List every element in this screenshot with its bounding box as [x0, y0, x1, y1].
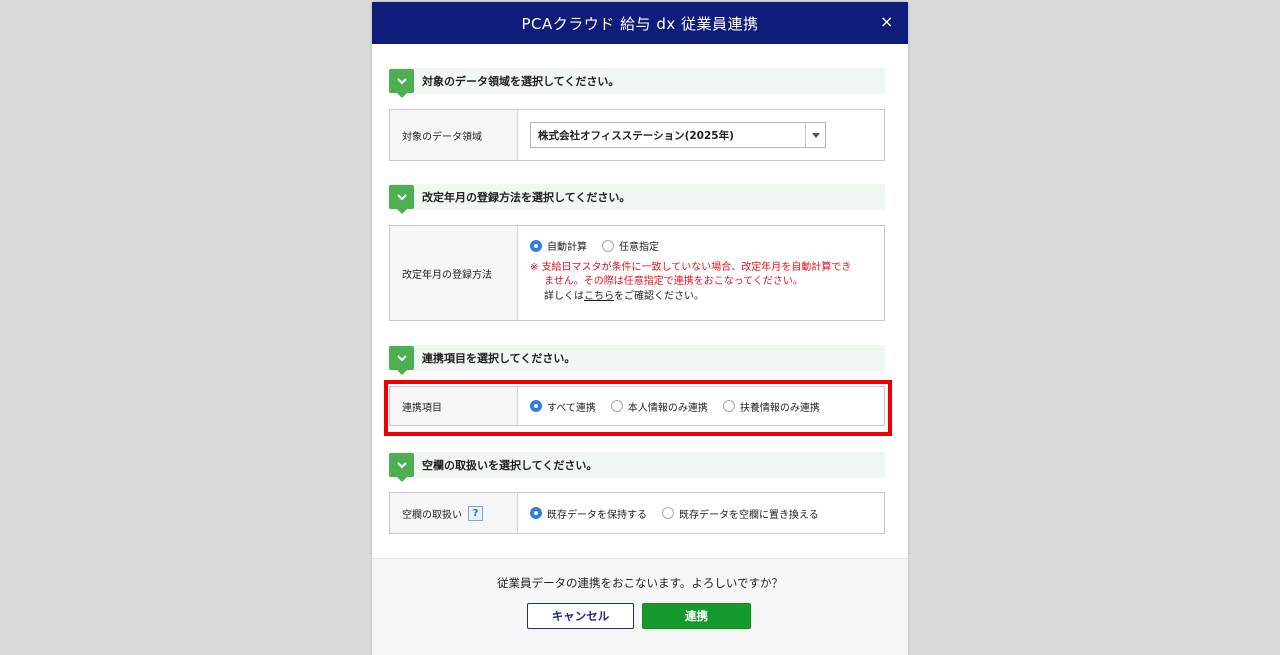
blank-panel: 空欄の取扱い ? 既存データを保持する 既存データを空欄に置き換える: [389, 492, 885, 534]
help-icon[interactable]: ?: [468, 505, 483, 521]
close-button[interactable]: ×: [878, 13, 896, 31]
blank-radio-group: 既存データを保持する 既存データを空欄に置き換える: [530, 506, 834, 521]
note-text: 詳しくはこちらをご確認ください。: [544, 291, 704, 302]
revision-panel: 改定年月の登録方法 自動計算 任意指定 ※ 支給日マスタが条件に一致していない場…: [389, 225, 885, 321]
section-title: 連携項目を選択してください。: [422, 352, 576, 365]
link-button[interactable]: 連携: [642, 603, 751, 629]
dialog-footer: 従業員データの連携をおこないます。よろしいですか？ キャンセル 連携: [372, 558, 908, 655]
chevron-down-icon[interactable]: [389, 453, 414, 482]
chevron-down-icon[interactable]: [389, 185, 414, 214]
radio-manual[interactable]: 任意指定: [602, 238, 659, 253]
section-header-items: 連携項目を選択してください。: [389, 345, 885, 375]
radio-label: 任意指定: [619, 242, 659, 253]
section-title: 対象のデータ領域を選択してください。: [422, 75, 620, 88]
section-title: 改定年月の登録方法を選択してください。: [422, 191, 631, 204]
radio-label: 既存データを保持する: [547, 509, 647, 521]
blank-label: 空欄の取扱い ?: [390, 493, 518, 533]
section-header-data-area: 対象のデータ領域を選択してください。: [389, 68, 885, 98]
radio-button[interactable]: [530, 507, 542, 519]
data-area-label: 対象のデータ領域: [390, 110, 518, 160]
radio-label: 既存データを空欄に置き換える: [679, 509, 819, 521]
confirm-message: 従業員データの連携をおこないます。よろしいですか？: [496, 576, 783, 590]
radio-label: 自動計算: [547, 242, 587, 253]
warning-text-line1: ※ 支給日マスタが条件に一致していない場合、改定年月を自動計算でき: [530, 262, 852, 273]
cancel-button[interactable]: キャンセル: [527, 603, 634, 629]
section-header-blank: 空欄の取扱いを選択してください。: [389, 452, 885, 482]
revision-radio-group: 自動計算 任意指定: [530, 238, 674, 253]
revision-label: 改定年月の登録方法: [390, 226, 518, 320]
data-area-selected-value: 株式会社オフィスステーション(2025年): [538, 129, 734, 142]
radio-keep-existing[interactable]: 既存データを保持する: [530, 506, 647, 521]
radio-button[interactable]: [602, 239, 614, 252]
radio-auto-calc[interactable]: 自動計算: [530, 238, 587, 253]
caret-down-icon[interactable]: [805, 123, 825, 147]
employee-link-dialog: PCAクラウド 給与 dx 従業員連携 × 対象のデータ領域を選択してください。…: [372, 2, 908, 655]
section-title: 空欄の取扱いを選択してください。: [422, 459, 598, 472]
data-area-panel: 対象のデータ領域 株式会社オフィスステーション(2025年): [389, 109, 885, 161]
radio-replace-blank[interactable]: 既存データを空欄に置き換える: [662, 506, 819, 521]
data-area-select[interactable]: 株式会社オフィスステーション(2025年): [530, 122, 826, 148]
radio-button[interactable]: [530, 239, 542, 252]
dialog-title: PCAクラウド 給与 dx 従業員連携: [521, 14, 759, 33]
section-header-revision: 改定年月の登録方法を選択してください。: [389, 184, 885, 214]
radio-button[interactable]: [662, 507, 674, 519]
dialog-titlebar: PCAクラウド 給与 dx 従業員連携 ×: [372, 2, 908, 44]
warning-text-line2: ません。その際は任意指定で連携をおこなってください。: [544, 276, 803, 287]
chevron-down-icon[interactable]: [389, 69, 414, 98]
chevron-down-icon[interactable]: [389, 346, 414, 375]
highlight-box: [384, 380, 892, 436]
details-link[interactable]: こちら: [584, 291, 614, 302]
